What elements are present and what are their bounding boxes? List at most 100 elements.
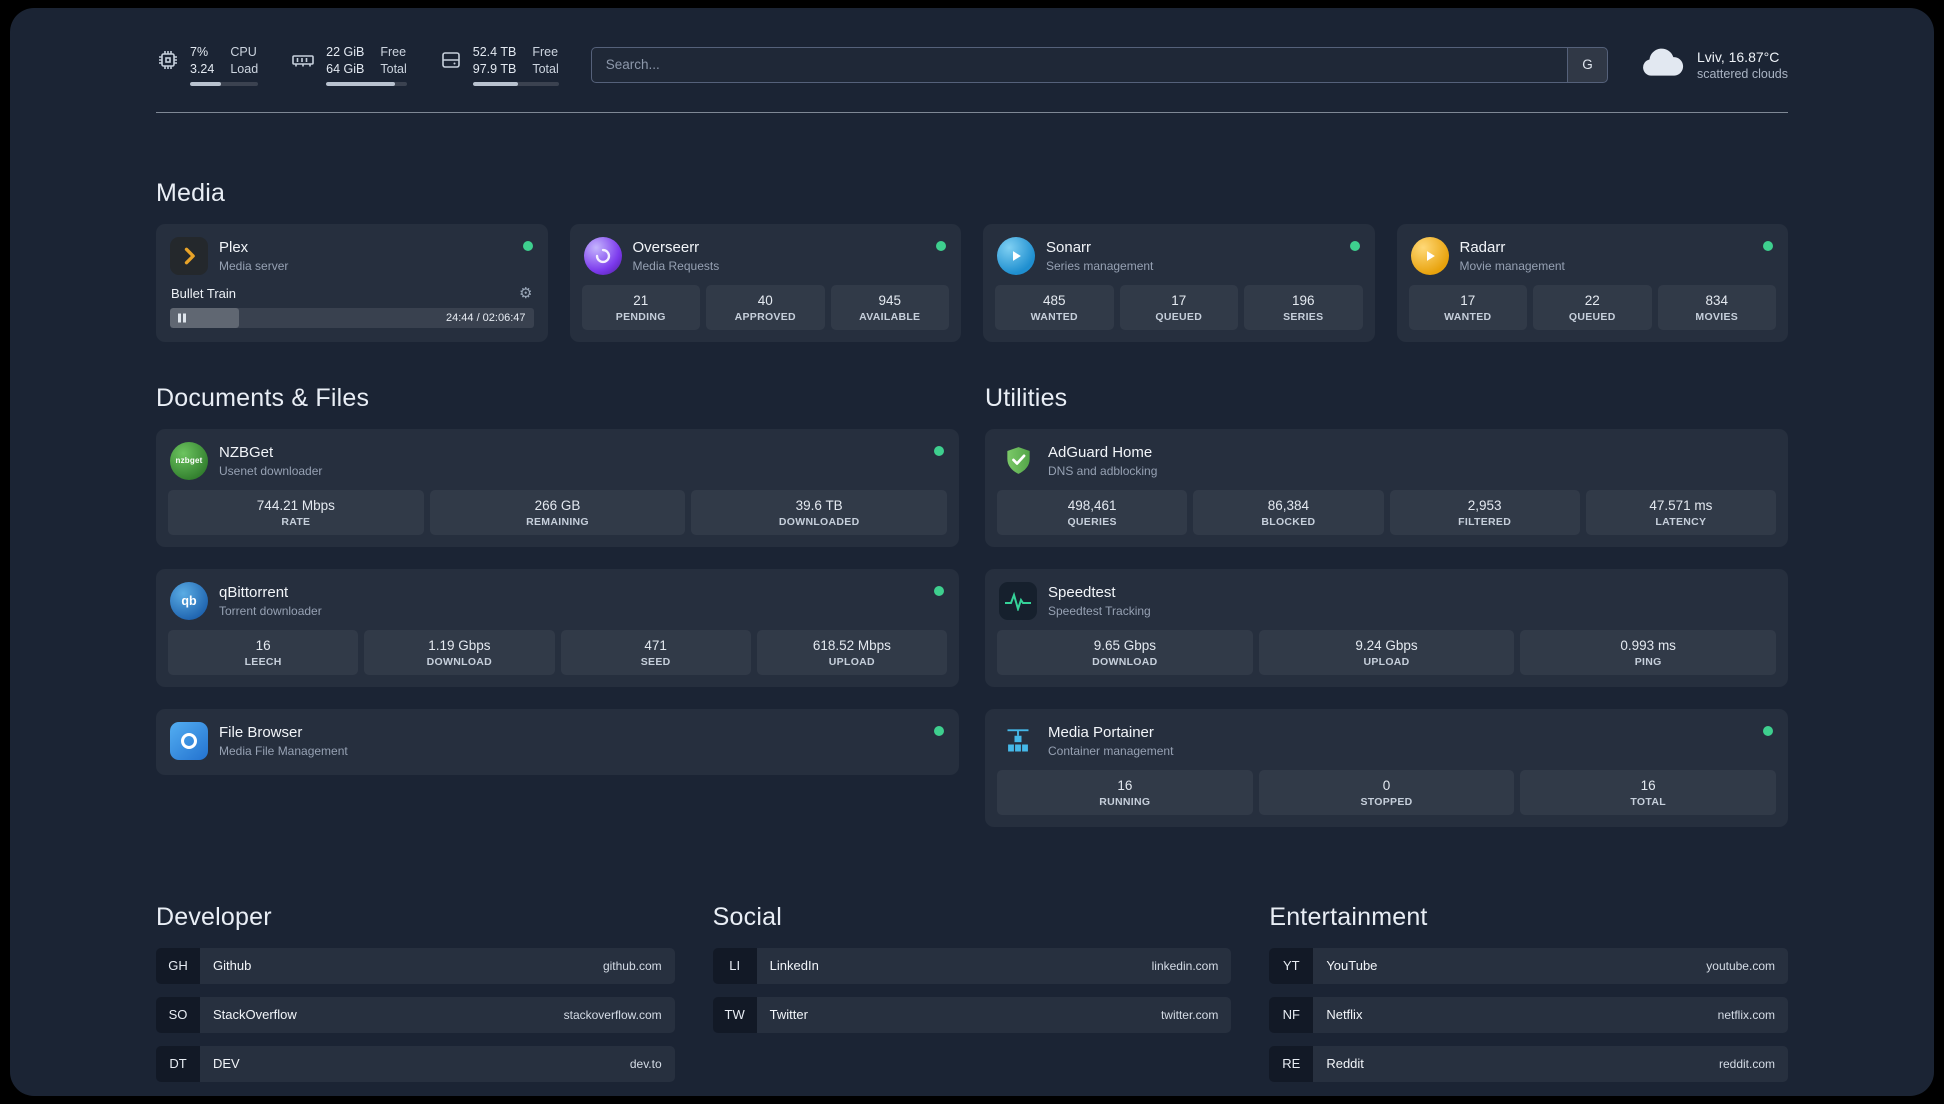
app-subtitle: Series management [1046,258,1154,273]
stat-available: 945 AVAILABLE [830,284,949,330]
app-link-overseerr[interactable]: Overseerr Media Requests [582,234,950,285]
resource-widgets: 7% 3.24 CPU Load 22 GiB 64 GiB Free Tota… [156,44,559,86]
weather-location: Lviv, 16.87°C [1696,48,1780,65]
stat-value: 471 [644,637,667,653]
playback-progress-bar[interactable]: 24:44 / 02:06:47 [170,307,534,328]
stat-value: 1.19 Gbps [428,637,491,653]
filebrowser-icon [170,721,208,760]
app-card-qbittorrent: qb qBittorrent Torrent downloader 16 LEE… [156,568,959,687]
stat-value: 744.21 Mbps [256,497,335,513]
stat-label: DOWNLOADED [778,515,860,528]
stat-queued: 22 QUEUED [1533,284,1652,330]
stat-download: 1.19 Gbps DOWNLOAD [364,629,555,675]
bookmark-row[interactable]: DT DEV dev.to [156,1045,675,1082]
app-name: Media Portainer [1048,723,1154,741]
stat-value: 0 [1382,777,1391,793]
stat-value: 485 [1042,292,1066,308]
bookmark-name: YouTube [1326,958,1378,973]
app-link-adguard[interactable]: AdGuard Home DNS and adblocking [997,439,1776,490]
disk-total-label: Total [532,62,559,77]
cpu-widget: 7% 3.24 CPU Load [156,44,259,86]
status-dot [934,585,944,596]
radarr-icon [1410,236,1449,275]
search-bar: G [590,46,1608,83]
stat-value: 86,384 [1267,497,1310,513]
app-card-plex: Plex Media server Bullet Train ⚙ 24:44 /… [156,223,548,342]
app-link-qbittorrent[interactable]: qb qBittorrent Torrent downloader [168,579,947,630]
cpu-icon [156,44,180,72]
app-link-sonarr[interactable]: Sonarr Series management [995,234,1363,285]
disk-free-value: 52.4 TB [472,45,517,59]
memory-free-label: Free [380,45,407,59]
disk-widget: 52.4 TB 97.9 TB Free Total [439,44,559,86]
app-card-portainer: Media Portainer Container management 16 … [985,708,1788,827]
bookmark-row[interactable]: RE Reddit reddit.com [1269,1045,1788,1082]
bookmark-domain: netflix.com [1717,1007,1775,1022]
speedtest-icon [999,581,1037,620]
bookmark-abbr: YT [1269,947,1314,984]
progress-fill [326,81,396,86]
plex-icon [170,236,208,275]
app-subtitle: Torrent downloader [219,603,322,618]
app-name: Speedtest [1048,583,1116,601]
stat-value: 47.571 ms [1649,497,1713,513]
stat-label: DOWNLOAD [1092,655,1158,668]
bookmark-domain: stackoverflow.com [563,1007,662,1022]
stat-downloaded: 39.6 TB DOWNLOADED [691,489,948,535]
section-title-social: Social [712,902,782,931]
app-subtitle: Movie management [1459,258,1565,273]
stat-latency: 47.571 ms LATENCY [1585,489,1776,535]
bookmark-row[interactable]: YT YouTube youtube.com [1269,947,1788,984]
app-link-portainer[interactable]: Media Portainer Container management [997,719,1776,770]
stat-label: BLOCKED [1261,515,1316,528]
app-link-filebrowser[interactable]: File Browser Media File Management [168,719,947,763]
bookmark-abbr: RE [1269,1045,1314,1082]
stat-value: 9.24 Gbps [1355,637,1418,653]
app-link-speedtest[interactable]: Speedtest Speedtest Tracking [997,579,1776,630]
section-title-entertainment: Entertainment [1269,902,1428,931]
bookmark-abbr: DT [156,1045,200,1082]
search-engine-button[interactable]: G [1566,47,1607,82]
bookmark-row[interactable]: TW Twitter twitter.com [712,996,1232,1033]
section-media: Media Plex Media server Bullet Train ⚙ 2… [156,179,1788,342]
bookmark-name: Reddit [1326,1056,1364,1071]
bookmark-row[interactable]: NF Netflix netflix.com [1269,996,1788,1033]
bookmark-name: Netflix [1326,1007,1363,1022]
bookmark-row[interactable]: LI LinkedIn linkedin.com [712,947,1232,984]
cpu-load-value: 3.24 [190,62,215,77]
stat-label: WANTED [1444,310,1492,323]
stat-value: 16 [1117,777,1133,793]
stat-label: AVAILABLE [859,310,921,323]
stat-label: UPLOAD [1363,655,1410,668]
disk-progress-bar [472,81,559,86]
stat-label: QUEUED [1155,310,1203,323]
stat-upload: 9.24 Gbps UPLOAD [1258,629,1515,675]
search-input[interactable] [590,46,1608,83]
app-link-radarr[interactable]: Radarr Movie management [1409,234,1777,285]
app-subtitle: Usenet downloader [219,463,323,478]
memory-progress-bar [326,81,407,86]
stat-label: REMAINING [526,515,589,528]
app-link-plex[interactable]: Plex Media server [168,234,536,285]
app-card-adguard: AdGuard Home DNS and adblocking 498,461 … [985,428,1788,547]
app-link-nzbget[interactable]: nzbget NZBGet Usenet downloader [168,439,947,490]
app-name: Radarr [1459,238,1506,256]
app-name: Sonarr [1046,238,1092,256]
status-dot [934,725,944,736]
pause-icon[interactable] [178,313,186,322]
plex-now-playing: Bullet Train ⚙ 24:44 / 02:06:47 [170,286,534,328]
stat-seed: 471 SEED [560,629,751,675]
bookmark-row[interactable]: SO StackOverflow stackoverflow.com [156,996,675,1033]
status-dot [936,240,946,251]
app-name: File Browser [219,723,303,741]
app-name: NZBGet [219,443,274,461]
stat-running: 16 RUNNING [997,769,1253,815]
gear-icon[interactable]: ⚙ [519,286,532,301]
stat-wanted: 17 WANTED [1408,284,1527,330]
weather-widget[interactable]: Lviv, 16.87°C scattered clouds [1640,47,1788,82]
bookmark-abbr: SO [156,996,200,1033]
memory-icon [290,44,316,72]
stat-value: 17 [1171,292,1187,308]
bookmark-row[interactable]: GH Github github.com [156,947,675,984]
app-name: qBittorrent [219,583,289,601]
